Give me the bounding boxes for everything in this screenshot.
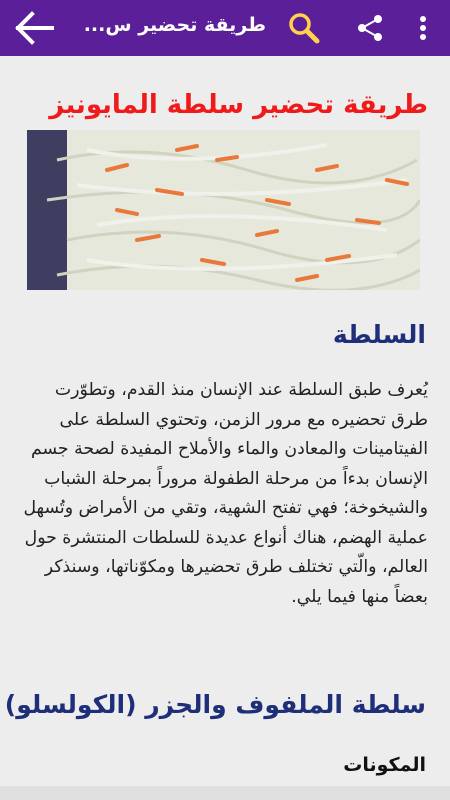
arrow-back-icon [15,11,54,45]
share-button[interactable] [352,10,388,46]
salad-image [27,130,420,290]
overflow-menu-button[interactable] [408,10,438,46]
back-button[interactable] [12,10,56,46]
ingredients-label: المكونات [343,754,426,776]
article-title: طريقة تحضير سلطة المايونيز [49,90,428,120]
article-content: طريقة تحضير سلطة المايونيز السلطة يُعرف … [0,56,450,800]
share-icon [358,15,382,41]
search-icon [289,13,320,44]
bottom-edge [0,786,450,800]
search-button[interactable] [286,10,322,46]
overflow-menu-icon [420,16,426,40]
app-bar: طريقة تحضير س... [0,0,450,56]
app-bar-title: طريقة تحضير س... [83,14,266,36]
section-paragraph: يُعرف طبق السلطة عند الإنسان منذ القدم، … [23,380,428,607]
section-heading-coleslaw: سلطة الملفوف والجزر (الكولسلو) [4,690,426,719]
section-heading-salad: السلطة [332,320,426,349]
